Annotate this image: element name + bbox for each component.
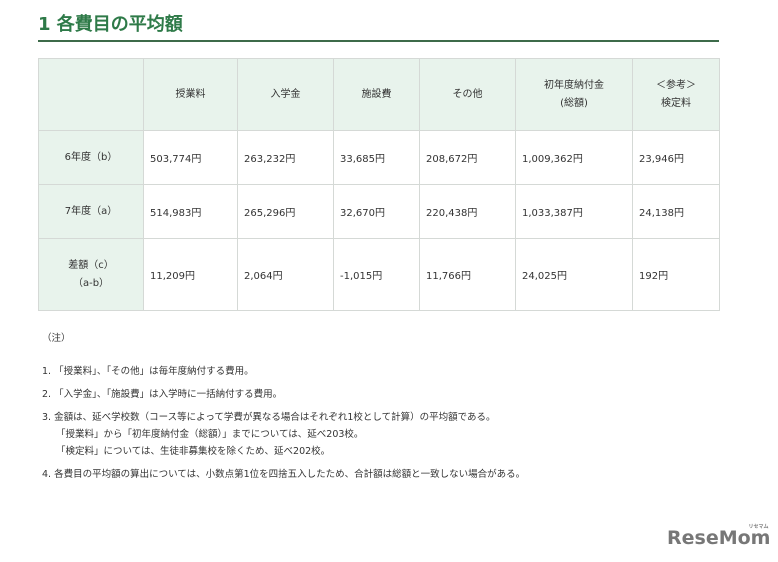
note-4: 4. 各費目の平均額の算出については、小数点第1位を四捨五入したため、合計額は総… bbox=[42, 469, 526, 480]
note-1: 1. 「授業料」、「その他」は毎年度納付する費用。 bbox=[42, 366, 254, 377]
column-header: ＜参考＞ 検定料 bbox=[632, 58, 720, 131]
note-3-sub1: 「授業料」から「初年度納付金（総額）」までについては、延べ203校。 bbox=[56, 429, 364, 440]
notes: （注） 1. 「授業料」、「その他」は毎年度納付する費用。 2. 「入学金」、「… bbox=[42, 330, 525, 483]
logo-sub: リセマム bbox=[748, 524, 769, 530]
note-3: 3. 金額は、延べ学校数（コース等によって学費が異なる場合はそれぞれ1校として計… bbox=[42, 412, 496, 423]
table-row: 差額（c） （a-b） 11,209円 2,064円 -1,015円 11,766円 24… bbox=[38, 238, 720, 311]
column-header: 初年度納付金 (総額) bbox=[515, 58, 633, 131]
table-cell: 1,033,387円 bbox=[515, 184, 633, 239]
table-cell: 1,009,362円 bbox=[515, 130, 633, 185]
table-cell: 503,774円 bbox=[143, 130, 238, 185]
column-header: その他 bbox=[419, 58, 516, 131]
logo-text: ReseMom bbox=[667, 527, 771, 549]
table-row: 7年度（a） 514,983円 265,296円 32,670円 220,438円 1,0… bbox=[38, 184, 720, 239]
note-3-sub2: 「検定料」については、生徒非募集校を除くため、延べ202校。 bbox=[56, 446, 331, 457]
row-header: 6年度（b） bbox=[38, 130, 144, 185]
resemom-logo: ReseMom リセマム bbox=[667, 524, 771, 549]
table-cell: 220,438円 bbox=[419, 184, 516, 239]
column-header: 施設費 bbox=[333, 58, 420, 131]
header-row: 授業料 入学金 施設費 その他 初年度納付金 (総額) ＜参考＞ 検定料 bbox=[38, 58, 720, 131]
table-cell: 33,685円 bbox=[333, 130, 420, 185]
row-header: 7年度（a） bbox=[38, 184, 144, 239]
column-header: 授業料 bbox=[143, 58, 238, 131]
section-title: 1 各費目の平均額 bbox=[38, 14, 183, 35]
table-cell: 263,232円 bbox=[237, 130, 334, 185]
table-cell: 24,025円 bbox=[515, 238, 633, 311]
table-cell: 11,209円 bbox=[143, 238, 238, 311]
table-cell: 32,670円 bbox=[333, 184, 420, 239]
table-row: 6年度（b） 503,774円 263,232円 33,685円 208,672円 1,0… bbox=[38, 130, 720, 185]
column-header: 入学金 bbox=[237, 58, 334, 131]
note-2: 2. 「入学金」、「施設費」は入学時に一括納付する費用。 bbox=[42, 389, 283, 400]
fee-table: 授業料 入学金 施設費 その他 初年度納付金 (総額) ＜参考＞ 検定料 6年度（b） 50… bbox=[38, 58, 720, 311]
table-cell: 514,983円 bbox=[143, 184, 238, 239]
table-cell: 2,064円 bbox=[237, 238, 334, 311]
table-cell: 192円 bbox=[632, 238, 720, 311]
table-cell: 208,672円 bbox=[419, 130, 516, 185]
title-divider bbox=[38, 40, 719, 42]
table-cell: -1,015円 bbox=[333, 238, 420, 311]
table-cell: 24,138円 bbox=[632, 184, 720, 239]
table-cell: 23,946円 bbox=[632, 130, 720, 185]
table-cell: 11,766円 bbox=[419, 238, 516, 311]
column-header bbox=[38, 58, 144, 131]
table-cell: 265,296円 bbox=[237, 184, 334, 239]
row-header: 差額（c） （a-b） bbox=[38, 238, 144, 311]
notes-heading: （注） bbox=[42, 333, 71, 344]
